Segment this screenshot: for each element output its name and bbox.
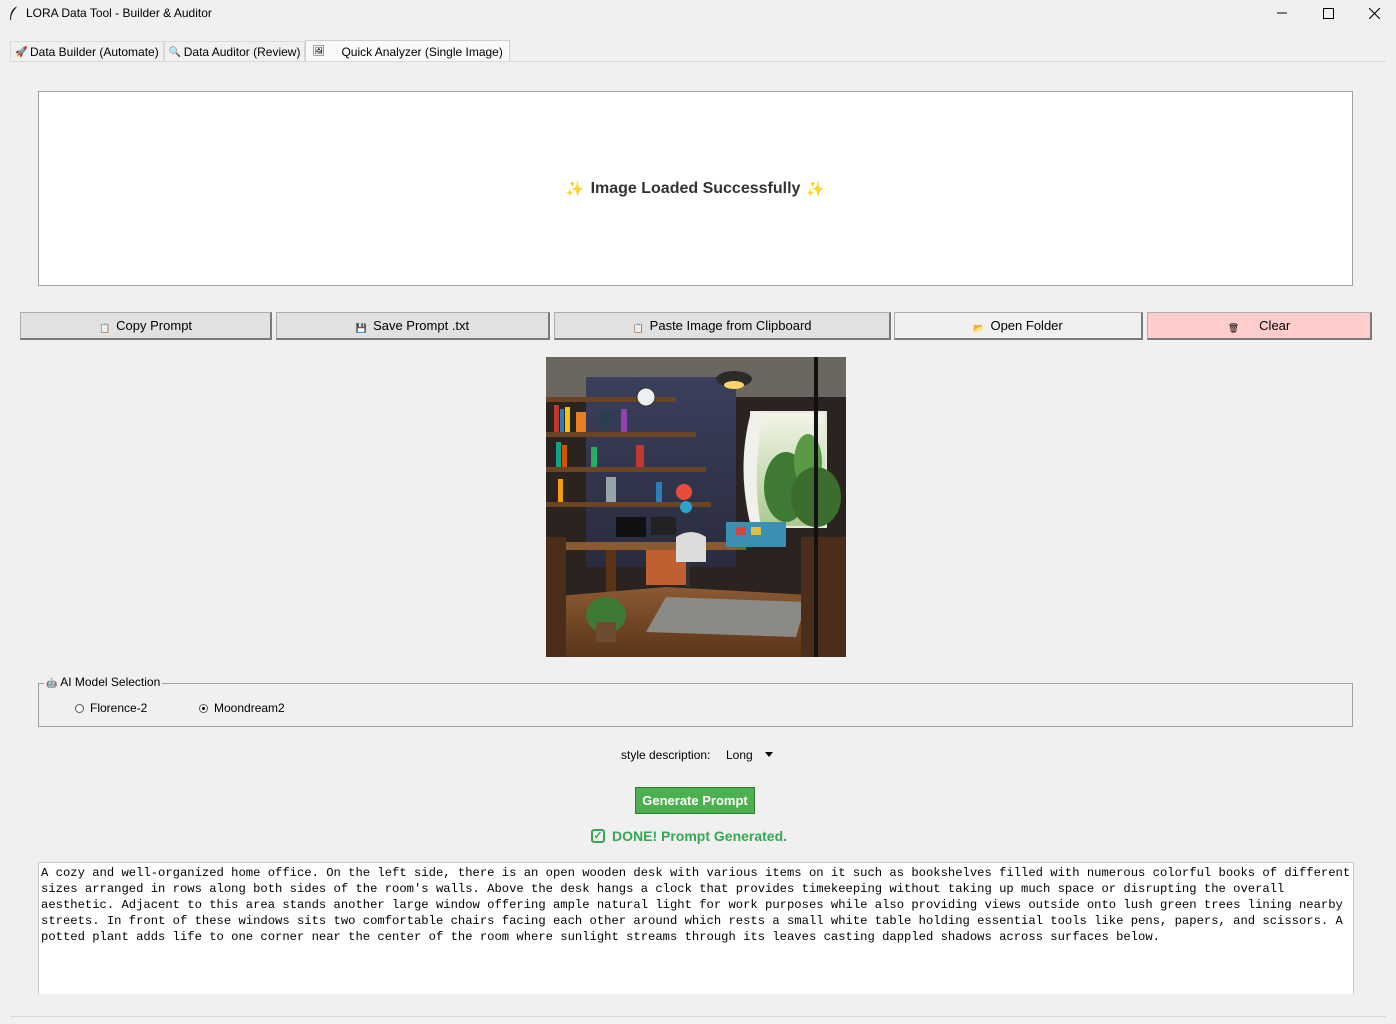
minimize-button[interactable] (1259, 0, 1305, 26)
tab-data-auditor[interactable]: 🔍 Data Auditor (Review) (163, 41, 306, 62)
tab-quick-analyzer[interactable]: 🖼 Quick Analyzer (Single Image) (305, 40, 510, 62)
rocket-icon: 🚀 (15, 46, 28, 58)
image-preview (546, 357, 846, 657)
open-folder-button[interactable]: 📂 Open Folder (894, 312, 1143, 340)
tab-divider (10, 61, 1386, 62)
tab-label: Quick Analyzer (Single Image) (341, 44, 503, 59)
copy-prompt-button[interactable]: 📋 Copy Prompt (20, 312, 272, 340)
tab-label: Data Auditor (Review) (183, 45, 301, 59)
sparkles-icon: ✨ (565, 180, 585, 198)
sparkles-icon: ✨ (806, 180, 826, 198)
robot-icon: 🤖 (46, 678, 58, 688)
generate-prompt-button[interactable]: Generate Prompt (635, 787, 755, 814)
banner-message: Image Loaded Successfully (590, 179, 801, 197)
radio-label: Florence-2 (90, 701, 148, 715)
paste-image-label: Paste Image from Clipboard (649, 318, 812, 333)
radio-indicator[interactable] (75, 703, 84, 713)
model-selection-title: AI Model Selection (60, 675, 161, 689)
save-prompt-label: Save Prompt .txt (373, 318, 470, 333)
maximize-icon (1322, 7, 1334, 19)
tab-data-builder[interactable]: 🚀 Data Builder (Automate) (10, 41, 164, 62)
radio-label: Moondream2 (214, 701, 285, 715)
clear-button[interactable]: 🗑 Clear (1147, 312, 1372, 340)
open-folder-label: Open Folder (990, 318, 1063, 333)
copy-prompt-label: Copy Prompt (116, 318, 193, 333)
clipboard-icon: 📋 (632, 322, 644, 333)
chevron-down-icon[interactable] (765, 752, 773, 757)
status-message: ✓ DONE! Prompt Generated. (591, 828, 787, 844)
clear-label: Clear (1259, 318, 1291, 333)
window-title: LORA Data Tool - Builder & Auditor (26, 6, 212, 20)
radio-indicator[interactable] (199, 703, 208, 713)
prompt-output-textarea[interactable]: A cozy and well-organized home office. O… (38, 862, 1354, 994)
clipboard-icon: 📋 (98, 322, 111, 333)
checkmark-icon: ✓ (591, 829, 605, 843)
minimize-icon (1277, 12, 1287, 14)
save-prompt-button[interactable]: 💾 Save Prompt .txt (276, 312, 550, 340)
folder-icon: 📂 (973, 322, 985, 333)
bottom-divider (10, 1016, 1386, 1017)
floppy-disk-icon: 💾 (355, 322, 368, 333)
trash-icon: 🗑 (1227, 322, 1240, 333)
tab-label: Data Builder (Automate) (30, 45, 159, 59)
paste-image-button[interactable]: 📋 Paste Image from Clipboard (554, 312, 891, 340)
tab-bar: 🚀 Data Builder (Automate) 🔍 Data Auditor… (10, 40, 510, 62)
maximize-button[interactable] (1305, 0, 1351, 26)
close-icon (1368, 7, 1380, 19)
style-dropdown[interactable]: Long (726, 748, 753, 762)
magnifier-icon: 🔍 (168, 46, 182, 58)
feather-icon (10, 5, 19, 20)
model-selection-legend: 🤖 AI Model Selection (44, 675, 163, 689)
status-text: DONE! Prompt Generated. (612, 828, 788, 844)
close-button[interactable] (1351, 0, 1396, 26)
image-icon: 🖼 (312, 46, 326, 57)
status-banner: ✨ Image Loaded Successfully ✨ (38, 91, 1353, 286)
title-bar: LORA Data Tool - Builder & Auditor (0, 0, 1396, 26)
style-description-label: style description: (621, 748, 711, 762)
radio-florence-2[interactable]: Florence-2 (75, 701, 147, 715)
radio-moondream2[interactable]: Moondream2 (199, 701, 285, 715)
